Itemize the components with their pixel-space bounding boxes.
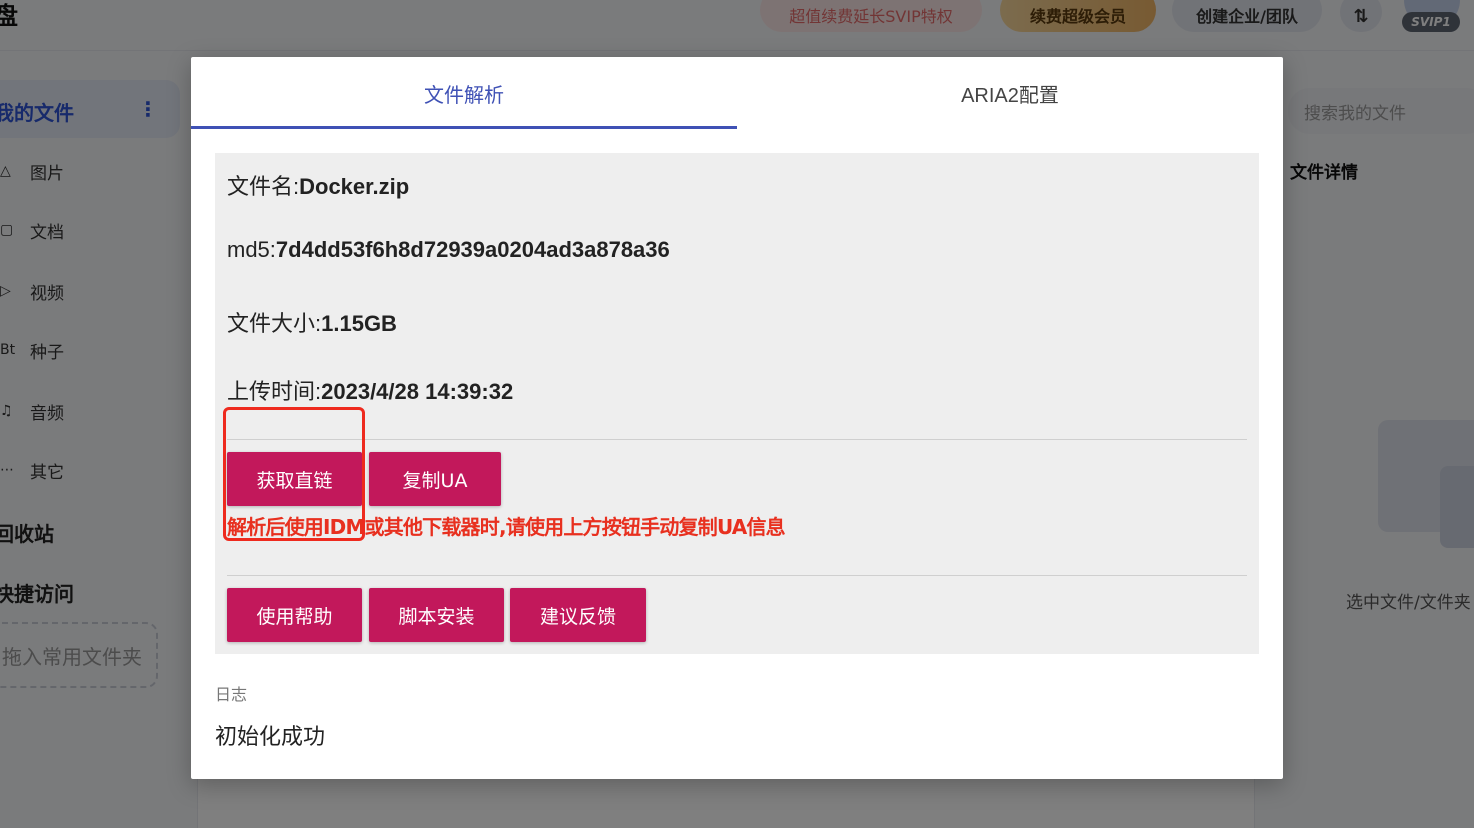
log-message: 初始化成功: [215, 725, 326, 750]
tab-file-parse[interactable]: 文件解析: [191, 57, 737, 129]
ua-warning-text: 解析后使用IDM或其他下载器时,请使用上方按钮手动复制UA信息: [227, 515, 786, 539]
tab-indicator: [191, 126, 737, 129]
dialog-tabs: 文件解析 ARIA2配置: [191, 57, 1283, 129]
tab-aria2-config[interactable]: ARIA2配置: [737, 57, 1283, 129]
file-size-row: 文件大小:1.15GB: [227, 306, 397, 338]
file-size-label: 文件大小:: [227, 311, 322, 336]
md5-value: 7d4dd53f6h8d72939a0204ad3a878a36: [275, 237, 670, 262]
log-label: 日志: [215, 685, 248, 704]
file-name-row: 文件名:Docker.zip: [227, 169, 409, 201]
divider: [227, 439, 1247, 440]
upload-time-label: 上传时间:: [227, 379, 322, 404]
file-name-value: Docker.zip: [299, 174, 410, 199]
upload-time-row: 上传时间:2023/4/28 14:39:32: [227, 374, 513, 406]
script-install-button[interactable]: 脚本安装: [369, 588, 504, 642]
md5-row: md5:7d4dd53f6h8d72939a0204ad3a878a36: [227, 237, 670, 263]
file-name-label: 文件名:: [227, 174, 300, 199]
file-info-panel: 文件名:Docker.zip md5:7d4dd53f6h8d72939a020…: [215, 153, 1259, 654]
help-button[interactable]: 使用帮助: [227, 588, 362, 642]
md5-label: md5:: [227, 237, 276, 262]
get-direct-link-button[interactable]: 获取直链: [227, 452, 362, 506]
parse-dialog: 文件解析 ARIA2配置 文件名:Docker.zip md5:7d4dd53f…: [191, 57, 1283, 779]
copy-ua-button[interactable]: 复制UA: [369, 452, 501, 506]
file-size-value: 1.15GB: [321, 311, 397, 336]
upload-time-value: 2023/4/28 14:39:32: [321, 379, 514, 404]
feedback-button[interactable]: 建议反馈: [510, 588, 646, 642]
divider: [227, 575, 1247, 576]
